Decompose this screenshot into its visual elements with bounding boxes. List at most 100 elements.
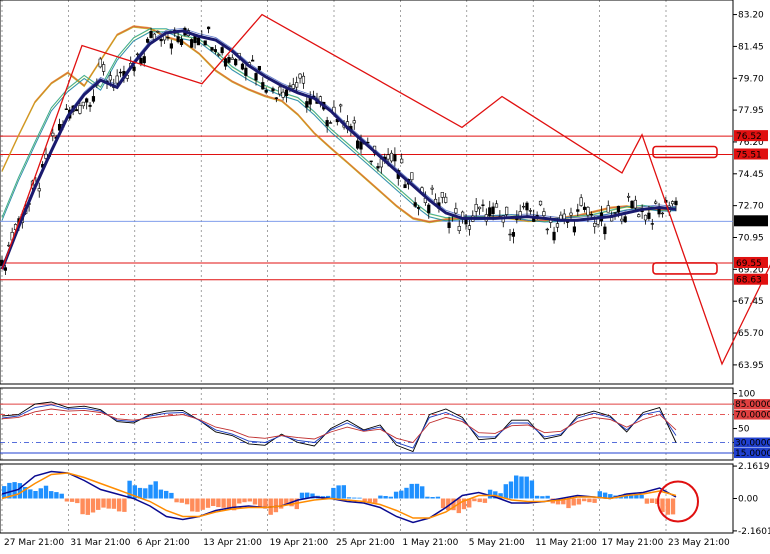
macd-histogram-bar xyxy=(164,490,169,499)
candle-body xyxy=(538,200,543,206)
candle-body xyxy=(278,86,282,95)
macd-histogram-bar xyxy=(174,498,179,503)
candle-body xyxy=(586,206,590,216)
macd-histogram-bar xyxy=(64,498,70,502)
candle-body xyxy=(620,218,624,222)
macd-histogram-bar xyxy=(440,498,446,509)
candle-body xyxy=(576,209,580,212)
candle-body xyxy=(542,211,546,216)
macd-histogram-bar xyxy=(116,498,122,512)
x-tick-label: 23 May 21:00 xyxy=(668,538,730,548)
y-tick-label: 70.95 xyxy=(738,233,764,243)
candle-body xyxy=(491,206,495,215)
macd-histogram-bar xyxy=(59,493,64,499)
level-label: 68.63 xyxy=(736,276,762,286)
candle-body xyxy=(545,228,549,231)
macd-histogram-bar xyxy=(414,483,420,499)
macd-histogram-bar xyxy=(383,496,388,499)
candle-body xyxy=(376,166,380,169)
candle-body xyxy=(301,75,306,84)
macd-tick-label: -2.1601 xyxy=(738,527,770,537)
candle-body xyxy=(115,75,119,84)
macd-histogram-bar xyxy=(75,498,80,504)
candle-body xyxy=(488,207,492,216)
candle-body xyxy=(207,26,211,30)
osc-level-label: 15.0000 xyxy=(735,449,770,459)
macd-histogram-bar xyxy=(399,490,404,499)
candle-body xyxy=(562,213,566,220)
macd-histogram-bar xyxy=(90,498,96,513)
x-tick-label: 11 May 21:00 xyxy=(535,538,597,548)
candle-body xyxy=(223,58,228,67)
candle-body xyxy=(118,71,123,74)
macd-histogram-bar xyxy=(566,498,571,509)
candle-body xyxy=(400,158,404,164)
candle-body xyxy=(566,221,570,223)
candle-body xyxy=(555,223,560,228)
candle-body xyxy=(85,98,89,103)
candle-body xyxy=(521,205,526,208)
y-tick-label: 72.70 xyxy=(738,202,764,212)
candle-body xyxy=(430,187,434,190)
macd-histogram-bar xyxy=(127,480,132,499)
level-label: 76.52 xyxy=(736,132,762,142)
level-label: 75.51 xyxy=(736,151,762,161)
chart-canvas: 27 Mar 21:00 31 Mar 21:00 6 Apr 21:00 13 Ap… xyxy=(0,0,770,550)
candle-body xyxy=(352,120,356,124)
x-tick-label: 27 Mar 21:00 xyxy=(4,538,64,548)
macd-histogram-bar xyxy=(576,498,582,505)
macd-histogram-bar xyxy=(404,487,409,499)
candle-body xyxy=(630,200,634,209)
macd-histogram-bar xyxy=(425,496,430,499)
candle-body xyxy=(132,66,136,71)
candle-body xyxy=(298,73,302,79)
macd-histogram-bar xyxy=(582,498,587,502)
candle-body xyxy=(386,154,390,160)
macd-histogram-bar xyxy=(216,498,221,508)
macd-histogram-bar xyxy=(242,498,247,503)
macd-histogram-bar xyxy=(644,498,650,504)
candle-body xyxy=(508,233,512,236)
candle-body xyxy=(169,43,173,49)
macd-histogram-bar xyxy=(409,483,414,499)
macd-histogram-bar xyxy=(148,484,153,499)
candle-body xyxy=(213,49,217,52)
candle-body xyxy=(525,202,529,211)
candle-body xyxy=(393,154,397,162)
candle-body xyxy=(240,63,245,70)
macd-histogram-bar xyxy=(49,491,54,499)
y-tick-label: 74.45 xyxy=(738,170,764,180)
candle-body xyxy=(51,132,55,137)
osc-level-label: 85.0000 xyxy=(735,400,770,410)
candle-body xyxy=(98,58,102,68)
macd-histogram-bar xyxy=(258,498,263,507)
candle-body xyxy=(227,57,231,63)
candle-body xyxy=(606,205,610,213)
osc-tick-label: 50 xyxy=(738,425,750,435)
candle-body xyxy=(264,90,268,93)
y-tick-label: 83.20 xyxy=(738,11,764,21)
candle-body xyxy=(616,205,621,213)
macd-histogram-bar xyxy=(190,498,195,512)
candle-body xyxy=(596,218,600,225)
candle-body xyxy=(146,38,150,43)
candle-body xyxy=(474,204,478,212)
macd-histogram-bar xyxy=(33,491,38,499)
candle-body xyxy=(220,47,224,54)
candle-body xyxy=(295,82,299,88)
candle-body xyxy=(454,208,458,214)
x-tick-label: 19 Apr 21:00 xyxy=(270,538,329,548)
candle-body xyxy=(142,56,146,64)
candle-body xyxy=(91,96,96,102)
candle-body xyxy=(593,222,597,227)
candle-body xyxy=(569,212,573,216)
candle-body xyxy=(108,75,112,81)
macd-histogram-bar xyxy=(237,498,242,504)
macd-histogram-bar xyxy=(346,497,352,499)
macd-histogram-bar xyxy=(472,498,477,502)
candle-body xyxy=(251,59,255,62)
macd-histogram-bar xyxy=(211,498,216,506)
candle-body xyxy=(288,85,292,87)
macd-histogram-bar xyxy=(17,483,23,499)
candle-body xyxy=(359,141,363,150)
